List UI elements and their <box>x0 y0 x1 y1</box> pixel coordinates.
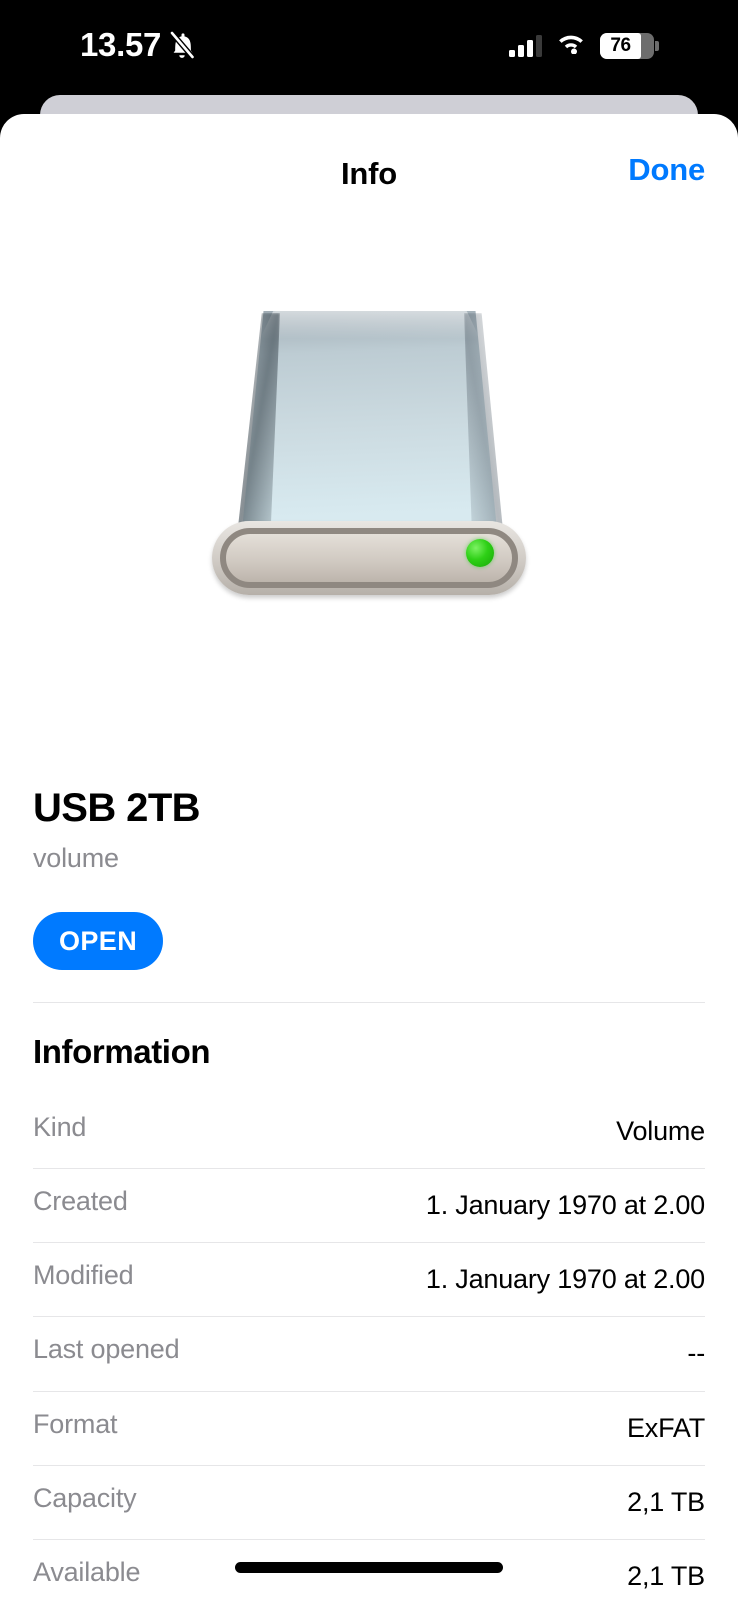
open-button[interactable]: OPEN <box>33 912 164 970</box>
wifi-icon <box>556 32 586 59</box>
information-section: Information Kind Volume Created 1. January … <box>0 1002 738 1600</box>
status-bar: 13.57 76 <box>0 0 738 92</box>
item-name: USB 2TB <box>33 786 201 830</box>
information-rows: Kind Volume Created 1. January 1970 at 2.00… <box>0 1095 738 1600</box>
info-row-label: Format <box>33 1408 118 1439</box>
info-row-label: Capacity <box>33 1482 137 1513</box>
info-row-value-primary: 1. January 1970 at 2.00 <box>425 1264 705 1295</box>
cellular-bars-icon <box>509 34 542 57</box>
info-row-value-primary: 1. January 1970 at 2.00 <box>425 1190 705 1221</box>
info-row: Format ExFAT <box>0 1392 738 1465</box>
info-row: Created 1. January 1970 at 2.00 <box>0 1169 738 1242</box>
bell-slash-icon <box>169 29 196 60</box>
info-row-value: Volume <box>616 1112 705 1151</box>
info-row-label: Created <box>33 1186 128 1217</box>
info-row-label: Last opened <box>33 1334 180 1365</box>
info-row-value: 1. January 1970 at 2.00 <box>426 1260 705 1299</box>
info-row: Last opened -- <box>0 1317 738 1390</box>
info-sheet: Info Done USB 2TB volume OPEN Informatio… <box>0 114 738 1600</box>
info-row-value-primary: ExFAT <box>626 1412 705 1443</box>
status-bar-right: 76 <box>509 32 659 59</box>
done-button[interactable]: Done <box>628 152 705 188</box>
item-icon-container <box>0 274 738 634</box>
drive-top-highlight <box>260 311 480 339</box>
info-row-value: 1. January 1970 at 2.00 <box>426 1186 705 1225</box>
info-row-value-primary: -- <box>687 1338 705 1369</box>
item-title-block: USB 2TB volume <box>33 786 705 874</box>
info-row-label: Available <box>33 1556 141 1587</box>
info-row-value-primary: 2,1 TB <box>627 1486 705 1517</box>
info-row: Capacity 2,1 TB <box>0 1466 738 1539</box>
sheet-navigation-bar: Info Done <box>0 114 738 214</box>
clock: 13.57 <box>80 26 162 63</box>
info-row: Kind Volume <box>0 1095 738 1168</box>
info-row-value-secondary: (Zero KB purgeable) <box>464 1596 705 1600</box>
info-row-value: ExFAT <box>627 1409 705 1448</box>
external-hard-drive-icon <box>204 289 534 619</box>
home-indicator[interactable] <box>235 1562 503 1573</box>
status-bar-left: 13.57 <box>80 26 196 63</box>
drive-status-led-icon <box>466 539 494 567</box>
info-row-label: Modified <box>33 1260 134 1291</box>
page-title: Info <box>340 156 397 191</box>
info-row-label: Kind <box>33 1112 87 1142</box>
info-row-value: 2,1 TB <box>627 1483 705 1522</box>
phone-screen: 13.57 76 Info Done USB 2TB volume OPEN I… <box>0 0 738 1600</box>
info-row: Modified 1. January 1970 at 2.00 <box>0 1243 738 1316</box>
battery-icon: 76 <box>600 32 659 59</box>
info-row-value-primary: Volume <box>616 1116 705 1146</box>
item-kind-subtitle: volume <box>33 843 119 873</box>
battery-percent-label: 76 <box>610 34 631 56</box>
info-row-value-primary: 2,1 TB <box>627 1560 705 1591</box>
information-heading: Information <box>33 1033 211 1070</box>
info-row-value: -- <box>687 1334 705 1373</box>
